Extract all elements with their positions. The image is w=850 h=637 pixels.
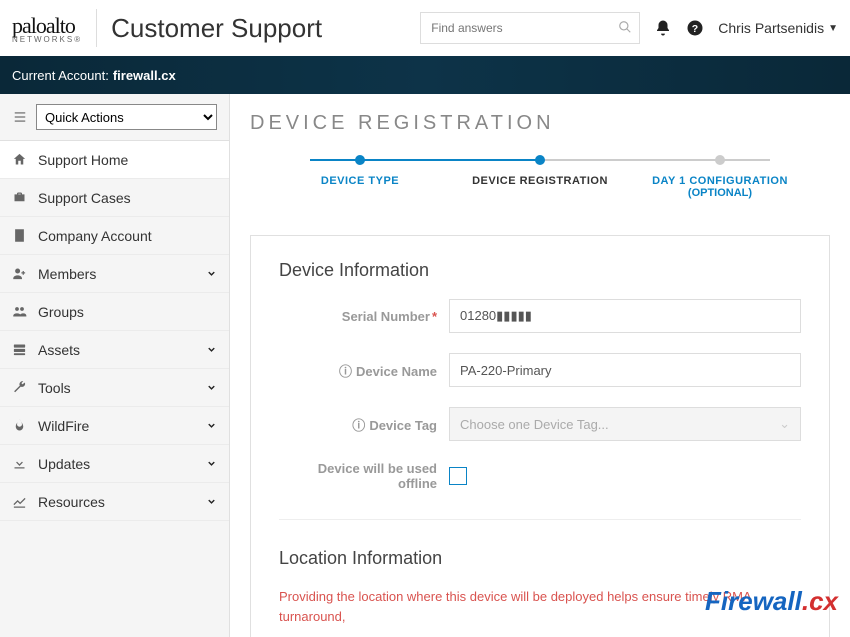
- sidebar-item-members[interactable]: Members: [0, 255, 229, 293]
- user-plus-icon: [12, 266, 30, 281]
- form-card: Device Information Serial Number* ⓘDevic…: [250, 235, 830, 637]
- account-label: Current Account:: [12, 68, 109, 83]
- sidebar-item-label: Updates: [38, 456, 90, 472]
- sidebar: Quick Actions Support Home Support Cases C…: [0, 94, 230, 637]
- label-device-name: ⓘDevice Name: [279, 361, 449, 380]
- chevron-down-icon: [206, 382, 217, 393]
- sidebar-item-company-account[interactable]: Company Account: [0, 217, 229, 255]
- sidebar-item-label: Company Account: [38, 228, 152, 244]
- help-icon[interactable]: ?: [686, 19, 704, 37]
- account-bar: Current Account: firewall.cx: [0, 56, 850, 94]
- search-input[interactable]: [420, 12, 640, 44]
- label-serial-number: Serial Number*: [279, 309, 449, 324]
- logo-text-2: NETWORKS®: [12, 35, 82, 44]
- device-tag-select[interactable]: Choose one Device Tag... ⌄: [449, 407, 801, 441]
- search-container: [420, 12, 640, 44]
- sidebar-item-wildfire[interactable]: WildFire: [0, 407, 229, 445]
- page-title: DEVICE REGISTRATION: [250, 112, 830, 135]
- group-icon: [12, 304, 30, 319]
- sidebar-item-resources[interactable]: Resources: [0, 483, 229, 521]
- row-device-name: ⓘDevice Name: [279, 353, 801, 387]
- sidebar-item-updates[interactable]: Updates: [0, 445, 229, 483]
- sidebar-item-support-home[interactable]: Support Home: [0, 141, 229, 179]
- main-content: DEVICE REGISTRATION DEVICE TYPE DEVICE R…: [230, 94, 850, 637]
- device-name-input[interactable]: [449, 353, 801, 387]
- help-icon[interactable]: ⓘ: [352, 418, 365, 433]
- bell-icon[interactable]: [654, 19, 672, 37]
- search-icon[interactable]: [618, 20, 632, 34]
- flame-icon: [12, 418, 30, 433]
- sidebar-item-label: Tools: [38, 380, 71, 396]
- step-day1-config[interactable]: DAY 1 CONFIGURATION (OPTIONAL): [630, 155, 810, 199]
- section-divider: [279, 519, 801, 520]
- sidebar-item-label: Support Home: [38, 152, 128, 168]
- row-offline: Device will be used offline: [279, 461, 801, 491]
- chevron-down-icon: [206, 268, 217, 279]
- step-dot-icon: [535, 155, 545, 165]
- label-offline: Device will be used offline: [279, 461, 449, 491]
- step-dot-icon: [355, 155, 365, 165]
- user-menu[interactable]: Chris Partsenidis ▼: [718, 20, 838, 36]
- account-value: firewall.cx: [113, 68, 176, 83]
- row-device-tag: ⓘDevice Tag Choose one Device Tag... ⌄: [279, 407, 801, 441]
- server-icon: [12, 342, 30, 357]
- building-icon: [12, 228, 30, 243]
- download-icon: [12, 456, 30, 471]
- sidebar-item-groups[interactable]: Groups: [0, 293, 229, 331]
- chart-icon: [12, 494, 30, 509]
- step-line-done: [310, 159, 540, 161]
- sidebar-item-label: Assets: [38, 342, 80, 358]
- help-icon[interactable]: ⓘ: [339, 364, 352, 379]
- chevron-down-icon: [206, 496, 217, 507]
- sidebar-item-assets[interactable]: Assets: [0, 331, 229, 369]
- stepper: DEVICE TYPE DEVICE REGISTRATION DAY 1 CO…: [250, 155, 830, 199]
- sidebar-item-support-cases[interactable]: Support Cases: [0, 179, 229, 217]
- sidebar-item-tools[interactable]: Tools: [0, 369, 229, 407]
- svg-text:?: ?: [692, 23, 698, 35]
- briefcase-icon: [12, 190, 30, 205]
- sidebar-item-label: Resources: [38, 494, 105, 510]
- label-device-tag: ⓘDevice Tag: [279, 415, 449, 434]
- offline-checkbox[interactable]: [449, 467, 467, 485]
- menu-icon[interactable]: [12, 110, 28, 124]
- section-device-info: Device Information: [279, 260, 801, 281]
- step-dot-icon: [715, 155, 725, 165]
- header-divider: [96, 9, 97, 47]
- home-icon: [12, 152, 30, 167]
- chevron-down-icon: [206, 344, 217, 355]
- wrench-icon: [12, 380, 30, 395]
- sidebar-item-label: Members: [38, 266, 96, 282]
- user-name: Chris Partsenidis: [718, 20, 824, 36]
- chevron-down-icon: [206, 420, 217, 431]
- sidebar-item-label: Support Cases: [38, 190, 131, 206]
- section-location-info: Location Information: [279, 548, 801, 569]
- brand-logo: paloalto NETWORKS®: [12, 13, 82, 44]
- app-title: Customer Support: [111, 13, 322, 44]
- sidebar-item-label: Groups: [38, 304, 84, 320]
- caret-down-icon: ▼: [828, 23, 838, 34]
- watermark: Firewall.cx: [705, 586, 838, 617]
- chevron-down-icon: [206, 458, 217, 469]
- row-serial-number: Serial Number*: [279, 299, 801, 333]
- sidebar-item-label: WildFire: [38, 418, 89, 434]
- chevron-down-icon: ⌄: [779, 416, 790, 432]
- serial-number-input[interactable]: [449, 299, 801, 333]
- quick-actions-select[interactable]: Quick Actions: [36, 104, 217, 130]
- step-line-pending: [540, 159, 770, 161]
